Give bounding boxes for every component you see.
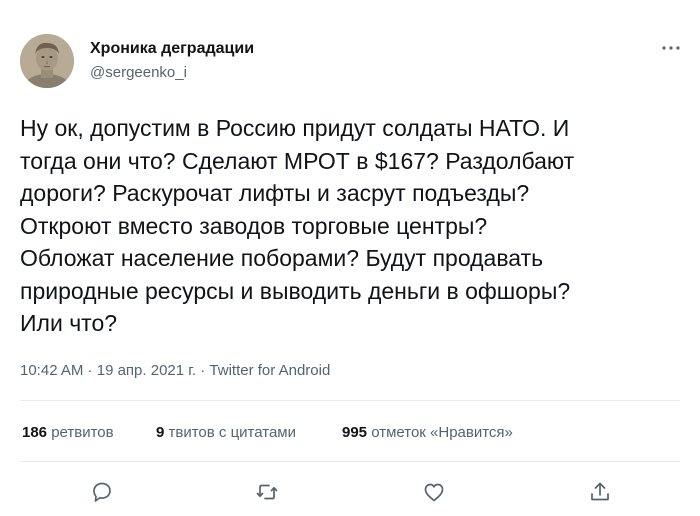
author-name[interactable]: Хроника деградации (90, 40, 254, 58)
tweet-source[interactable]: Twitter for Android (209, 362, 330, 379)
share-icon[interactable] (586, 478, 614, 506)
retweet-icon[interactable] (253, 478, 281, 506)
tweet-date[interactable]: 19 апр. 2021 г. (97, 362, 196, 379)
likes-count: 995 (342, 424, 368, 441)
avatar[interactable] (20, 34, 74, 88)
tweet-text: Ну ок, допустим в Россию придут солдаты … (20, 112, 680, 340)
like-icon[interactable] (420, 478, 448, 506)
likes-stat[interactable]: 995 отметок «Нравится» (342, 424, 513, 441)
retweets-label: ретвитов (51, 424, 114, 441)
divider (20, 400, 680, 401)
meta-separator: · (83, 362, 97, 379)
tweet-text-line: Откроют вместо заводов торговые центры? (20, 212, 488, 239)
tweet-text-line: дороги? Раскурочат лифты и засрут подъез… (20, 180, 530, 206)
meta-separator: · (196, 362, 210, 379)
likes-label: отметок «Нравится» (371, 424, 513, 441)
reply-icon[interactable] (88, 478, 116, 506)
quotes-label: твитов с цитатами (168, 424, 297, 441)
retweets-count: 186 (22, 424, 48, 441)
tweet-text-line: Или что? (20, 310, 118, 336)
tweet-text-line: тогда они что? Сделают МРОТ в $167? Разд… (20, 147, 575, 174)
quotes-count: 9 (156, 424, 165, 441)
divider (20, 461, 680, 462)
retweets-stat[interactable]: 186 ретвитов (22, 424, 114, 441)
avatar-bust-icon (20, 34, 74, 88)
more-options-icon[interactable] (658, 38, 684, 58)
tweet-text-line: Ну ок, допустим в Россию придут солдаты … (20, 115, 570, 141)
author-handle[interactable]: @sergeenko_i (90, 64, 187, 81)
tweet-meta: 10:42 AM · 19 апр. 2021 г. · Twitter for… (20, 362, 330, 379)
quotes-stat[interactable]: 9 твитов с цитатами (156, 424, 296, 441)
tweet-time[interactable]: 10:42 AM (20, 362, 83, 379)
tweet-text-line: Обложат население поборами? Будут продав… (20, 245, 544, 271)
tweet-text-line: природные ресурсы и выводить деньги в оф… (20, 277, 571, 304)
